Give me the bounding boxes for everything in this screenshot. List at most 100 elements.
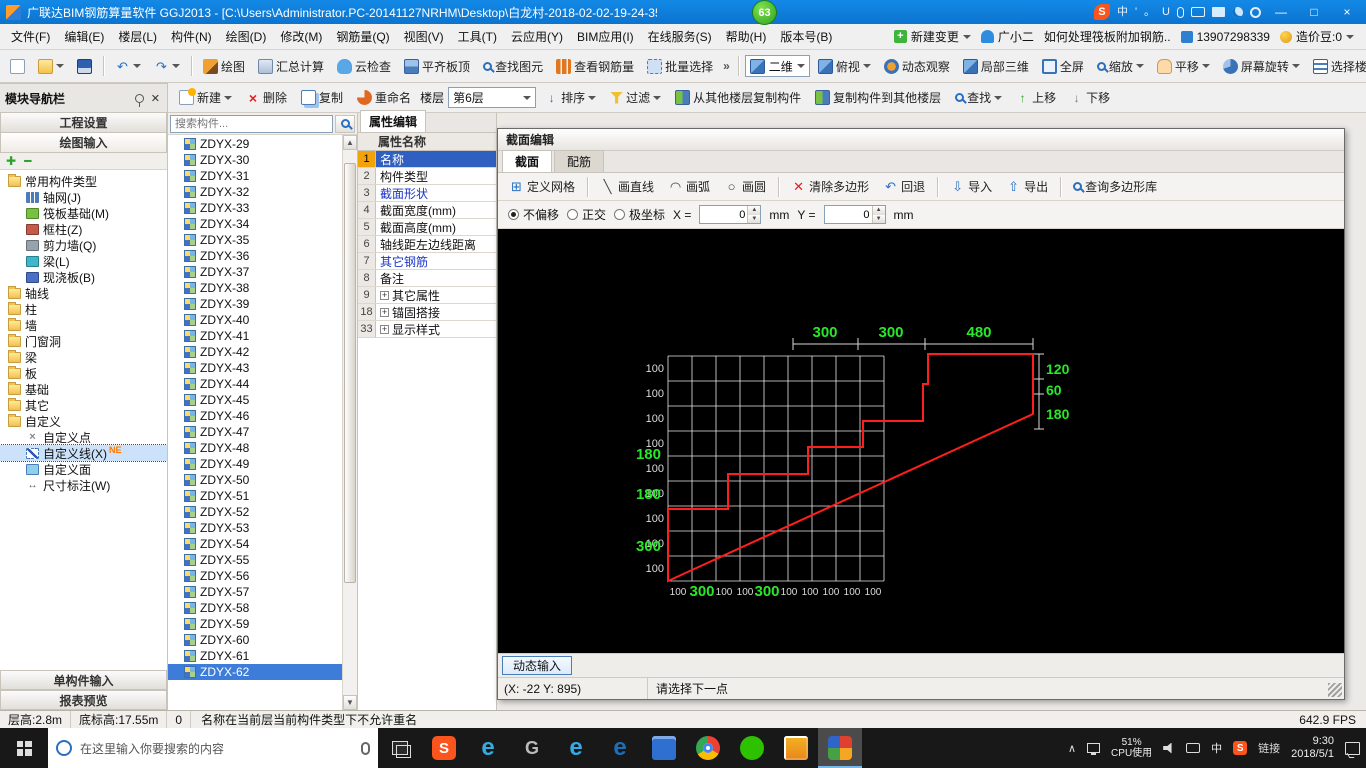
move-down-button[interactable]: ↓ 下移: [1065, 85, 1115, 110]
minimize-button[interactable]: —: [1268, 0, 1294, 24]
component-list-item[interactable]: ZDYX-39: [168, 296, 357, 312]
expand-all-icon[interactable]: ✚: [6, 154, 16, 168]
property-row[interactable]: 7 其它钢筋: [358, 253, 496, 270]
tree-item[interactable]: 柱: [0, 301, 167, 317]
tab-section[interactable]: 截面: [502, 150, 553, 172]
expand-icon[interactable]: [380, 290, 389, 300]
radio-polar[interactable]: 极坐标: [614, 206, 665, 223]
component-list-item[interactable]: ZDYX-57: [168, 584, 357, 600]
taskbar-app-g[interactable]: G: [510, 728, 554, 768]
copy-from-floor-button[interactable]: 从其他楼层复制构件: [670, 85, 806, 110]
y-input[interactable]: [824, 206, 872, 223]
taskbar-app-chrome[interactable]: [686, 728, 730, 768]
align-slab-top-button[interactable]: 平齐板顶: [399, 54, 475, 79]
export-button[interactable]: ⇧ 导出: [1001, 174, 1053, 199]
property-row[interactable]: 8 备注: [358, 270, 496, 287]
radio-ortho[interactable]: 正交: [567, 206, 606, 223]
property-row[interactable]: 5 截面高度(mm): [358, 219, 496, 236]
property-row[interactable]: 6 轴线距左边线距离: [358, 236, 496, 253]
component-list-item[interactable]: ZDYX-46: [168, 408, 357, 424]
ime-period-icon[interactable]: 。: [1144, 4, 1155, 20]
new-component-button[interactable]: 新建: [174, 85, 237, 110]
single-component-input-button[interactable]: 单构件输入: [0, 670, 167, 690]
find-element-button[interactable]: 查找图元: [478, 54, 548, 79]
property-row[interactable]: 9 其它属性: [358, 287, 496, 304]
component-list-item[interactable]: ZDYX-35: [168, 232, 357, 248]
cpu-widget[interactable]: 51% CPU使用: [1111, 737, 1152, 759]
tree-item[interactable]: 自定义: [0, 413, 167, 429]
component-list-item[interactable]: ZDYX-54: [168, 536, 357, 552]
component-list-item[interactable]: ZDYX-52: [168, 504, 357, 520]
expand-icon[interactable]: [380, 307, 389, 317]
component-list-item[interactable]: ZDYX-33: [168, 200, 357, 216]
property-row[interactable]: 3 截面形状: [358, 185, 496, 202]
component-list-item[interactable]: ZDYX-37: [168, 264, 357, 280]
link-status[interactable]: 链接: [1258, 740, 1280, 756]
tree-item[interactable]: 其它: [0, 397, 167, 413]
property-row[interactable]: 33 显示样式: [358, 321, 496, 338]
menu-item[interactable]: 云应用(Y): [504, 25, 570, 48]
component-list-item[interactable]: ZDYX-59: [168, 616, 357, 632]
scrollbar-thumb[interactable]: [344, 163, 356, 583]
sogou-tray-icon[interactable]: S: [1233, 741, 1248, 755]
tree-item[interactable]: 梁(L): [0, 253, 167, 269]
taskbar-app-spreadsheet[interactable]: [774, 728, 818, 768]
tree-item[interactable]: 自定义点: [0, 429, 167, 445]
component-list-item[interactable]: ZDYX-36: [168, 248, 357, 264]
menu-item[interactable]: 楼层(L): [111, 25, 164, 48]
component-search-input[interactable]: [170, 114, 333, 133]
start-button[interactable]: [0, 728, 48, 768]
orbit-button[interactable]: 动态观察: [879, 54, 955, 79]
cloud-check-button[interactable]: 云检查: [332, 54, 396, 79]
taskbar-app-messenger[interactable]: [730, 728, 774, 768]
tree-item[interactable]: 常用构件类型: [0, 173, 167, 189]
draw-button[interactable]: 绘图: [198, 54, 250, 79]
property-row[interactable]: 1 名称: [358, 151, 496, 168]
menu-item[interactable]: 编辑(E): [57, 25, 111, 48]
menu-item[interactable]: 在线服务(S): [641, 25, 719, 48]
tab-rebar[interactable]: 配筋: [554, 150, 605, 172]
network-icon[interactable]: [1087, 743, 1101, 755]
delete-component-button[interactable]: × 删除: [241, 85, 292, 110]
component-list-item[interactable]: ZDYX-61: [168, 648, 357, 664]
component-list-item[interactable]: ZDYX-55: [168, 552, 357, 568]
floor-select[interactable]: 第6层: [448, 87, 537, 108]
property-row[interactable]: 18 锚固搭接: [358, 304, 496, 321]
sogou-logo-icon[interactable]: S: [1093, 4, 1110, 20]
component-list-item[interactable]: ZDYX-42: [168, 344, 357, 360]
tree-item[interactable]: 尺寸标注(W): [0, 477, 167, 493]
maximize-button[interactable]: □: [1301, 0, 1327, 24]
summary-calc-button[interactable]: 汇总计算: [253, 54, 329, 79]
draw-arc-button[interactable]: ◠ 画弧: [663, 174, 715, 199]
mic-icon[interactable]: [1177, 6, 1184, 18]
drawing-area[interactable]: 截面编辑 截面 配筋 ⊞ 定义网格 ╲ 画直线 ◠ 画弧 ○ 画圆 ✕ 清除多边形 ↶ 回退…: [497, 113, 1366, 710]
tree-item[interactable]: 轴线: [0, 285, 167, 301]
menu-item[interactable]: 钢筋量(Q): [329, 25, 396, 48]
taskbar-search[interactable]: 在这里输入你要搜索的内容: [48, 728, 378, 768]
menu-item[interactable]: 版本号(B): [773, 25, 839, 48]
clear-polygon-button[interactable]: ✕ 清除多边形: [786, 174, 874, 199]
menu-item[interactable]: 帮助(H): [719, 25, 774, 48]
view-mode-combo[interactable]: 二维: [744, 55, 810, 77]
tree-item[interactable]: 框柱(Z): [0, 221, 167, 237]
mic-icon[interactable]: [361, 741, 370, 755]
component-list-item[interactable]: ZDYX-51: [168, 488, 357, 504]
project-settings-button[interactable]: 工程设置: [0, 113, 167, 133]
component-list-item[interactable]: ZDYX-62: [168, 664, 357, 680]
new-file-button[interactable]: [5, 55, 30, 78]
component-list-item[interactable]: ZDYX-34: [168, 216, 357, 232]
taskbar-app-glodon-active[interactable]: [818, 728, 862, 768]
query-polygon-lib-button[interactable]: 查询多边形库: [1068, 174, 1162, 199]
menu-item[interactable]: 文件(F): [4, 25, 57, 48]
close-button[interactable]: ×: [1334, 0, 1360, 24]
night-mode-icon[interactable]: [1232, 6, 1243, 18]
safety-ball-badge[interactable]: 63: [752, 0, 777, 25]
component-search-button[interactable]: [335, 114, 355, 133]
copy-to-floor-button[interactable]: 复制构件到其他楼层: [810, 85, 946, 110]
y-spinner[interactable]: ▲ ▼: [871, 206, 885, 223]
component-list-item[interactable]: ZDYX-31: [168, 168, 357, 184]
menu-item[interactable]: 视图(V): [397, 25, 451, 48]
component-list-item[interactable]: ZDYX-30: [168, 152, 357, 168]
copy-component-button[interactable]: 复制: [296, 85, 348, 110]
component-list-item[interactable]: ZDYX-38: [168, 280, 357, 296]
